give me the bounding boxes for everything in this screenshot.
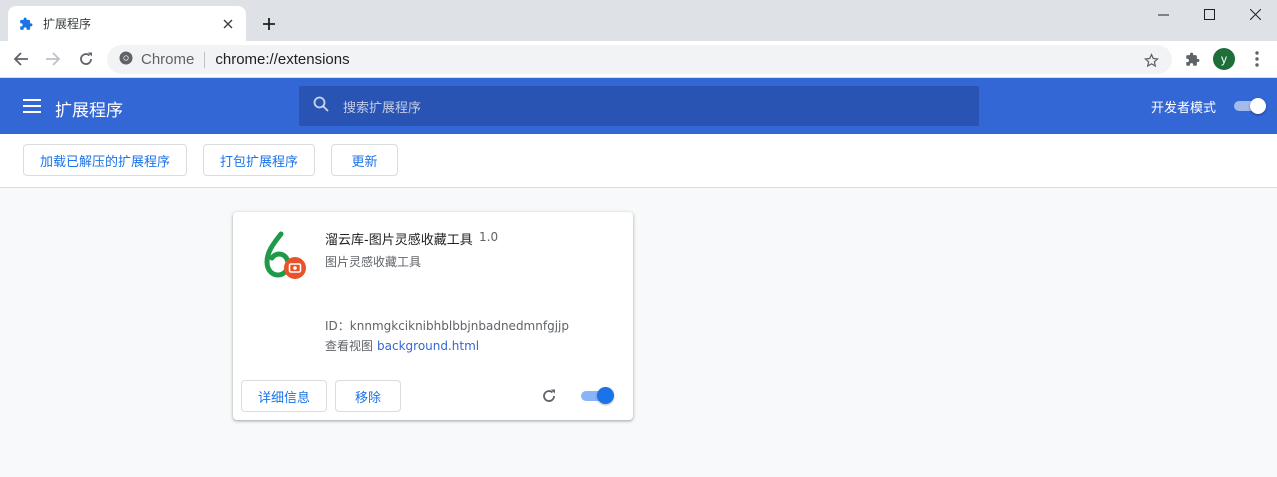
- close-window-button[interactable]: [1232, 4, 1277, 24]
- hamburger-menu-icon[interactable]: [22, 96, 42, 116]
- search-icon: [313, 96, 329, 116]
- maximize-button[interactable]: [1186, 4, 1232, 24]
- site-label: Chrome: [141, 51, 195, 68]
- inspect-views-label: 查看视图: [325, 339, 374, 353]
- extension-logo-icon: [261, 230, 309, 282]
- reload-extension-icon[interactable]: [539, 386, 559, 406]
- inspect-views: 查看视图 background.html: [325, 337, 479, 354]
- menu-dots-icon[interactable]: [1244, 46, 1270, 72]
- extension-id: ID：knnmgkciknibhblbbjnbadnedmnfgjjp: [325, 319, 569, 333]
- dev-mode-label: 开发者模式: [1151, 101, 1217, 116]
- dev-mode-toggle[interactable]: [1234, 98, 1266, 114]
- update-button[interactable]: 更新: [331, 144, 398, 176]
- tab-title: 扩展程序: [43, 17, 92, 31]
- forward-button[interactable]: [40, 46, 66, 72]
- extensions-header: 扩展程序 搜索扩展程序 开发者模式: [0, 78, 1277, 134]
- back-button[interactable]: [8, 46, 34, 72]
- load-unpacked-button[interactable]: 加载已解压的扩展程序: [23, 144, 187, 176]
- tab-strip: 扩展程序: [0, 0, 1277, 41]
- chrome-icon: [119, 51, 133, 69]
- extension-enable-toggle[interactable]: [581, 387, 615, 405]
- new-tab-button[interactable]: [258, 13, 280, 35]
- search-input[interactable]: 搜索扩展程序: [299, 86, 979, 126]
- close-icon[interactable]: [220, 16, 236, 32]
- dev-mode-knob: [1250, 98, 1266, 114]
- omnibox[interactable]: Chrome chrome://extensions: [107, 45, 1172, 74]
- avatar[interactable]: y: [1213, 48, 1235, 70]
- extension-version: 1.0: [479, 230, 499, 244]
- omnibox-divider: [204, 51, 206, 68]
- reload-button[interactable]: [73, 46, 99, 72]
- tab-extensions[interactable]: 扩展程序: [8, 6, 246, 41]
- remove-button[interactable]: 移除: [335, 380, 401, 412]
- browser-toolbar: Chrome chrome://extensions: [0, 41, 1277, 78]
- extension-card: 溜云库-图片灵感收藏工具 1.0 图片灵感收藏工具 ID：knnmgkcikni…: [233, 212, 633, 420]
- card-footer: 详细信息 移除: [233, 374, 633, 420]
- extension-name: 溜云库-图片灵感收藏工具: [325, 233, 473, 248]
- puzzle-icon: [18, 16, 34, 32]
- minimize-button[interactable]: [1140, 4, 1186, 24]
- extensions-puzzle-icon[interactable]: [1179, 46, 1205, 72]
- action-bar: 加载已解压的扩展程序 打包扩展程序 更新: [0, 134, 1277, 188]
- extension-toggle-knob: [597, 387, 614, 404]
- pack-extension-button[interactable]: 打包扩展程序: [203, 144, 315, 176]
- details-button[interactable]: 详细信息: [241, 380, 327, 412]
- search-placeholder: 搜索扩展程序: [343, 100, 422, 116]
- url-text[interactable]: chrome://extensions: [215, 51, 349, 68]
- page-title: 扩展程序: [55, 101, 123, 121]
- background-page-link[interactable]: background.html: [377, 339, 479, 353]
- extension-description: 图片灵感收藏工具: [325, 255, 422, 269]
- star-icon[interactable]: [1142, 51, 1160, 69]
